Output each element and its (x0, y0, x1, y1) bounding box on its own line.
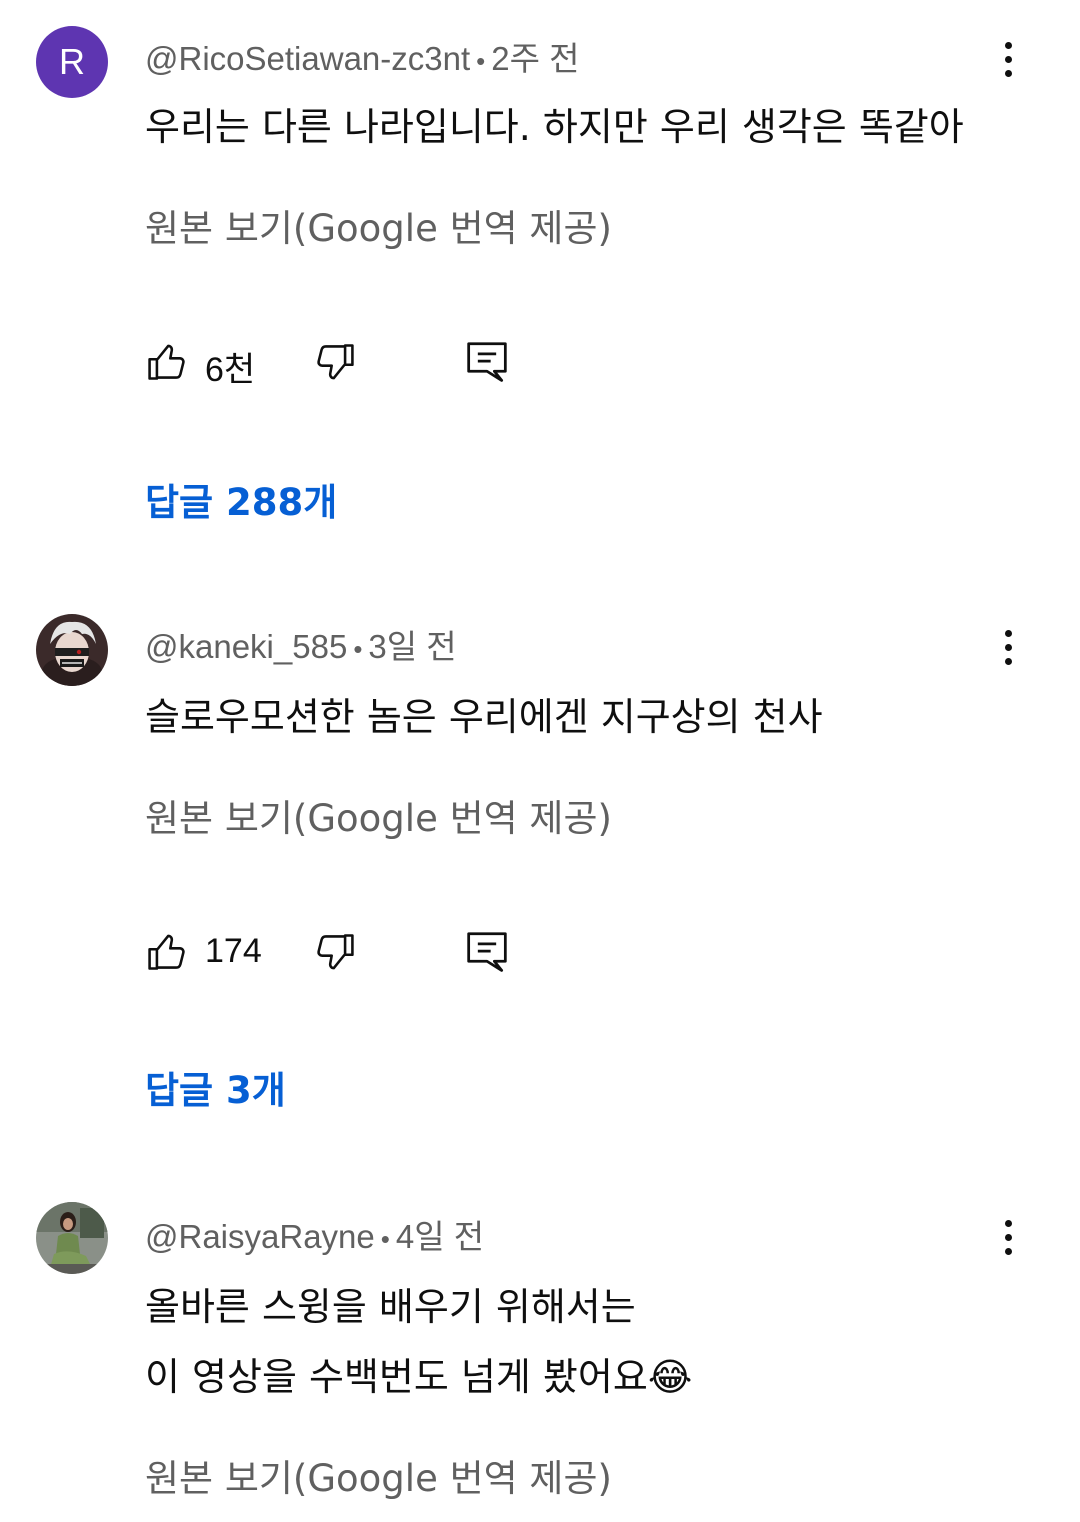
see-original-link[interactable]: 원본 보기(Google 번역 제공) (145, 1448, 612, 1502)
more-vert-icon (1004, 42, 1012, 49)
comment-text: 슬로우모션한 놈은 우리에겐 지구상의 천사 (145, 695, 823, 739)
comment-text-line: 올바른 스윙을 배우기 위해서는 (145, 1285, 636, 1329)
see-original-link[interactable]: 원본 보기(Google 번역 제공) (145, 788, 612, 842)
thumb-down-icon[interactable] (313, 340, 357, 384)
comment-text: 우리는 다른 나라입니다. 하지만 우리 생각은 똑같아 (145, 105, 964, 149)
view-replies-link[interactable]: 답글 3개 (145, 1060, 286, 1114)
thumb-up-icon[interactable] (145, 340, 189, 384)
separator-dot: • (353, 634, 363, 664)
like-count: 6천 (205, 351, 256, 389)
laughing-emoji-icon: 😂 (647, 1355, 693, 1399)
anime-character-avatar[interactable] (36, 614, 108, 686)
more-options-button[interactable] (998, 1220, 1018, 1260)
user-photo-avatar[interactable] (36, 1202, 108, 1274)
comment-actions: 6천 (145, 340, 545, 389)
separator-dot: • (380, 1224, 390, 1254)
avatar-letter: R (59, 41, 85, 82)
comment-author[interactable]: @RicoSetiawan-zc3nt (145, 40, 470, 77)
see-original-link[interactable]: 원본 보기(Google 번역 제공) (145, 198, 612, 252)
comment-author[interactable]: @kaneki_585 (145, 628, 347, 665)
comment-time: 2주 전 (491, 40, 580, 77)
comment-author[interactable]: @RaisyaRayne (145, 1218, 375, 1255)
comment-meta: @kaneki_585 • 3일 전 (145, 620, 457, 668)
thumb-down-icon[interactable] (313, 930, 357, 974)
separator-dot: • (476, 46, 486, 76)
more-options-button[interactable] (998, 42, 1018, 82)
comment-meta: @RicoSetiawan-zc3nt • 2주 전 (145, 32, 580, 80)
reply-icon[interactable] (465, 340, 509, 386)
comment-text: 이 영상을 수백번도 넘게 봤어요 (145, 1355, 648, 1399)
comment-meta: @RaisyaRayne • 4일 전 (145, 1210, 484, 1258)
more-vert-icon (1004, 630, 1012, 637)
avatar[interactable]: R (36, 26, 108, 98)
more-options-button[interactable] (998, 630, 1018, 670)
more-vert-icon (1004, 1220, 1012, 1227)
comment-item: R @RicoSetiawan-zc3nt • 2주 전 우리는 다른 나라입니다.… (0, 0, 1080, 560)
comment-actions: 174 (145, 930, 545, 978)
comment-time: 4일 전 (395, 1218, 485, 1255)
comment-item: @RaisyaRayne • 4일 전 올바른 스윙을 배우기 위해서는 이 영상을… (0, 1180, 1080, 1522)
comment-time: 3일 전 (368, 628, 457, 665)
like-count: 174 (205, 932, 262, 970)
comment-text-line: 이 영상을 수백번도 넘게 봤어요😂 (145, 1346, 692, 1401)
view-replies-link[interactable]: 답글 288개 (145, 472, 337, 526)
reply-icon[interactable] (465, 930, 509, 976)
comment-item: @kaneki_585 • 3일 전 슬로우모션한 놈은 우리에겐 지구상의 천사 … (0, 590, 1080, 1150)
thumb-up-icon[interactable] (145, 930, 189, 974)
